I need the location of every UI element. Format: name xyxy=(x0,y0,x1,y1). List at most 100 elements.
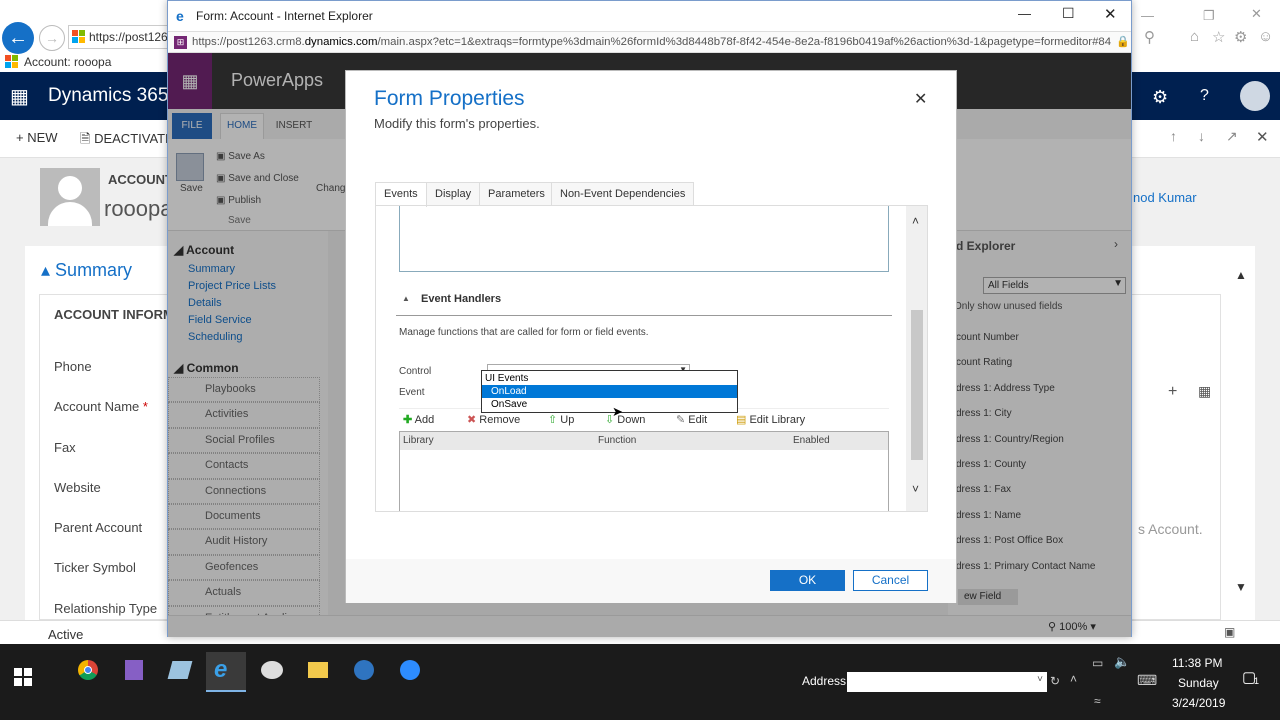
chevron-up-icon[interactable]: ˄ xyxy=(1070,672,1077,686)
grid-icon[interactable]: ▦ xyxy=(1198,383,1211,400)
ok-button[interactable]: OK xyxy=(770,570,845,591)
collapse-icon[interactable]: ▲ xyxy=(402,294,410,303)
chevron-down-icon: ˅ xyxy=(1037,674,1043,685)
down-arrow-icon[interactable]: ↓ xyxy=(1198,128,1205,144)
forward-button[interactable]: → xyxy=(39,25,65,51)
volume-icon[interactable]: 🔈 xyxy=(1114,654,1130,670)
dropdown-option-onsave[interactable]: OnSave xyxy=(482,398,737,411)
smiley-icon[interactable]: ☺ xyxy=(1258,28,1273,45)
cancel-button[interactable]: Cancel xyxy=(853,570,928,591)
zoom-app-icon[interactable] xyxy=(390,652,430,692)
new-label: NEW xyxy=(27,130,58,145)
internet-explorer-icon[interactable]: e xyxy=(206,652,246,692)
notification-count: 1 xyxy=(1254,676,1260,686)
add-icon: ✚ xyxy=(403,414,413,426)
refresh-icon[interactable]: ↻ xyxy=(1050,674,1060,688)
field-labels: Phone Account Name * Fax Website Parent … xyxy=(54,347,174,629)
visual-studio-icon[interactable] xyxy=(114,652,154,692)
column-function[interactable]: Function xyxy=(598,435,636,446)
home-icon[interactable]: ⌂ xyxy=(1190,28,1199,45)
close-icon[interactable]: ✕ xyxy=(1104,5,1117,23)
back-button[interactable]: ← xyxy=(2,22,34,54)
app-launcher-icon[interactable]: ▦ xyxy=(10,84,29,109)
field-label: Ticker Symbol xyxy=(54,560,136,576)
owner-name[interactable]: nod Kumar xyxy=(1133,190,1197,205)
field-label: Website xyxy=(54,479,101,495)
clock-time[interactable]: 11:38 PM xyxy=(1172,656,1222,670)
event-handlers-description: Manage functions that are called for for… xyxy=(399,327,649,338)
record-avatar xyxy=(40,168,100,226)
close-form-icon[interactable]: ✕ xyxy=(1256,128,1269,146)
gear-icon[interactable]: ⚙ xyxy=(1234,28,1247,46)
restore-icon[interactable]: ❐ xyxy=(1203,8,1215,24)
favorites-star-icon[interactable]: ☆ xyxy=(1212,28,1225,46)
deactivate-button[interactable]: 🗎 DEACTIVATE xyxy=(80,130,174,152)
field-label: Fax xyxy=(54,439,76,455)
minimize-icon[interactable]: — xyxy=(1018,6,1031,21)
background-browser-icons: ⚲ ⌂ ☆ ⚙ ☺ xyxy=(1140,28,1280,46)
add-label: Add xyxy=(414,414,435,426)
column-enabled[interactable]: Enabled xyxy=(793,435,830,446)
summary-title[interactable]: ▴ Summary xyxy=(41,260,132,281)
chrome-icon[interactable] xyxy=(68,652,108,692)
settings-gear-icon[interactable]: ⚙ xyxy=(1152,87,1168,108)
event-label: Event xyxy=(399,387,425,398)
browser-app-icon[interactable] xyxy=(344,652,384,692)
ie-address-bar[interactable]: ⊞ https://post1263.crm8.dynamics.com/mai… xyxy=(168,31,1131,53)
clock-day[interactable]: Sunday xyxy=(1178,676,1219,690)
background-url: https://post126 xyxy=(89,30,168,44)
search-icon[interactable]: ⚲ xyxy=(1144,28,1155,46)
panel-scrollbar[interactable]: ˄ ˅ xyxy=(906,206,927,511)
wifi-icon[interactable]: ≈ xyxy=(1094,694,1101,708)
clock-date[interactable]: 3/24/2019 xyxy=(1172,696,1225,710)
scroll-up-icon[interactable]: ▲ xyxy=(1235,268,1247,282)
keyboard-icon[interactable]: ⌨ xyxy=(1137,672,1157,689)
save-icon[interactable]: ▣ xyxy=(1224,625,1235,639)
file-explorer-icon[interactable] xyxy=(298,652,338,692)
network-icon[interactable]: ▭ xyxy=(1092,656,1103,670)
mouse-cursor-icon: ➤ xyxy=(612,404,623,419)
paint-icon[interactable] xyxy=(252,652,292,692)
tab-display[interactable]: Display xyxy=(426,182,481,206)
minimize-icon[interactable]: — xyxy=(1141,8,1154,23)
tab-parameters[interactable]: Parameters xyxy=(479,182,554,206)
windows-start-icon[interactable] xyxy=(14,668,32,686)
user-avatar-icon[interactable] xyxy=(1240,81,1270,111)
lock-icon: 🔒 xyxy=(1116,36,1130,48)
summary-title-text: Summary xyxy=(55,260,133,280)
remove-icon: ✖ xyxy=(467,414,477,426)
tab-events[interactable]: Events xyxy=(375,182,427,207)
field-label: Phone xyxy=(54,359,92,374)
add-icon[interactable]: + xyxy=(1168,383,1177,401)
control-label: Control xyxy=(399,366,432,377)
address-toolbar-input[interactable]: ˅ xyxy=(847,672,1047,692)
tab-non-event-dependencies[interactable]: Non-Event Dependencies xyxy=(551,182,695,206)
dialog-title: Form Properties xyxy=(374,87,525,110)
add-button[interactable]: ✚ Add xyxy=(403,409,434,431)
scroll-up-icon[interactable]: ˄ xyxy=(912,214,919,228)
background-tab[interactable]: Account: rooopa xyxy=(0,52,170,72)
handlers-grid-header: Library Function Enabled xyxy=(400,432,888,450)
help-icon[interactable]: ? xyxy=(1200,87,1209,105)
close-icon[interactable]: ✕ xyxy=(1251,6,1262,22)
expand-icon[interactable]: ↗ xyxy=(1226,128,1238,145)
app-icon[interactable] xyxy=(160,652,200,692)
dropdown-option-onload[interactable]: OnLoad xyxy=(482,385,737,398)
edit-library-label: Edit Library xyxy=(749,414,806,426)
account-info-title: ACCOUNT INFORM xyxy=(54,307,174,322)
up-label: Up xyxy=(560,414,575,426)
background-address-bar[interactable]: https://post126 xyxy=(68,25,170,49)
remove-label: Remove xyxy=(479,414,521,426)
maximize-icon[interactable]: ☐ xyxy=(1062,5,1075,22)
form-properties-dialog: Form Properties Modify this form's prope… xyxy=(345,70,957,603)
dialog-footer: OK Cancel xyxy=(346,559,956,603)
edit-library-button[interactable]: ▤ Edit Library xyxy=(736,409,805,431)
scroll-thumb[interactable] xyxy=(911,310,923,460)
close-icon[interactable]: ✕ xyxy=(914,89,927,109)
dialog-tabs: Events Display Parameters Non-Event Depe… xyxy=(375,182,695,207)
scroll-down-icon[interactable]: ▼ xyxy=(1235,580,1247,594)
scroll-down-icon[interactable]: ˅ xyxy=(912,482,919,496)
column-library[interactable]: Library xyxy=(403,435,434,446)
up-arrow-icon[interactable]: ↑ xyxy=(1170,128,1177,144)
new-button[interactable]: + NEW xyxy=(16,130,58,145)
